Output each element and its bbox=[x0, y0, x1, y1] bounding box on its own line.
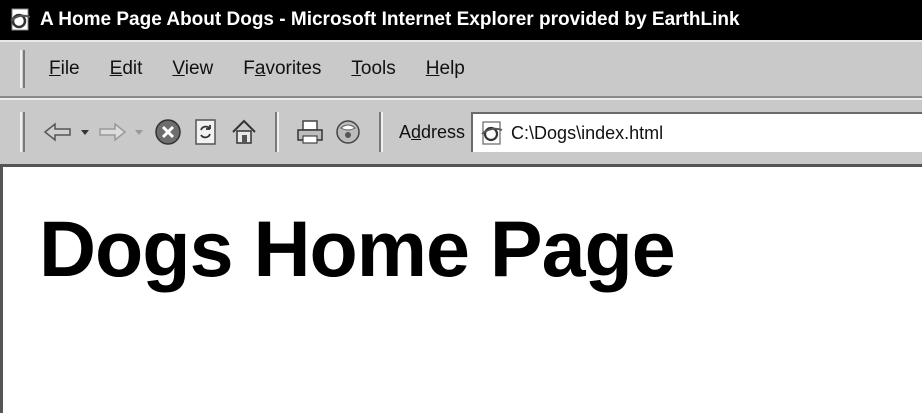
address-value: C:\Dogs\index.html bbox=[511, 122, 664, 143]
menu-edit[interactable]: Edit bbox=[110, 58, 143, 80]
menu-bar: File Edit View Favorites Tools Help bbox=[0, 40, 922, 98]
forward-dropdown-button[interactable] bbox=[129, 112, 149, 152]
refresh-button[interactable] bbox=[187, 112, 225, 152]
browser-window: A Home Page About Dogs - Microsoft Inter… bbox=[0, 0, 922, 413]
media-icon bbox=[336, 120, 360, 144]
home-button[interactable] bbox=[225, 112, 263, 152]
window-title: A Home Page About Dogs - Microsoft Inter… bbox=[40, 9, 740, 30]
address-label: Address bbox=[399, 121, 466, 142]
toolbar-grip[interactable] bbox=[20, 112, 25, 152]
page-content: Dogs Home Page bbox=[0, 164, 922, 413]
toolbar-separator bbox=[379, 112, 383, 152]
page-heading: Dogs Home Page bbox=[39, 204, 676, 293]
toolbar: Address C:\Dogs\index.html bbox=[0, 98, 922, 164]
forward-button[interactable] bbox=[95, 112, 129, 152]
refresh-icon bbox=[195, 119, 216, 145]
forward-arrow-icon bbox=[99, 122, 127, 142]
address-bar[interactable]: C:\Dogs\index.html bbox=[471, 112, 922, 152]
home-icon bbox=[232, 119, 256, 144]
print-button[interactable] bbox=[291, 112, 329, 152]
dropdown-arrow-icon bbox=[81, 130, 89, 135]
print-icon bbox=[297, 120, 323, 144]
ie-page-icon bbox=[481, 121, 503, 145]
menu-file[interactable]: File bbox=[49, 58, 80, 80]
back-dropdown-button[interactable] bbox=[75, 112, 95, 152]
stop-button[interactable] bbox=[149, 112, 187, 152]
stop-icon bbox=[155, 119, 181, 145]
title-bar[interactable]: A Home Page About Dogs - Microsoft Inter… bbox=[0, 0, 922, 40]
menu-favorites[interactable]: Favorites bbox=[243, 58, 321, 80]
menu-help[interactable]: Help bbox=[426, 58, 465, 80]
toolbar-separator bbox=[275, 112, 279, 152]
menu-tools[interactable]: Tools bbox=[351, 58, 395, 80]
back-button[interactable] bbox=[41, 112, 75, 152]
media-button[interactable] bbox=[329, 112, 367, 152]
ie-page-icon bbox=[10, 8, 31, 31]
menu-bar-grip[interactable] bbox=[20, 50, 25, 88]
menu-view[interactable]: View bbox=[172, 58, 213, 80]
back-arrow-icon bbox=[43, 122, 71, 142]
dropdown-arrow-icon bbox=[135, 130, 143, 135]
